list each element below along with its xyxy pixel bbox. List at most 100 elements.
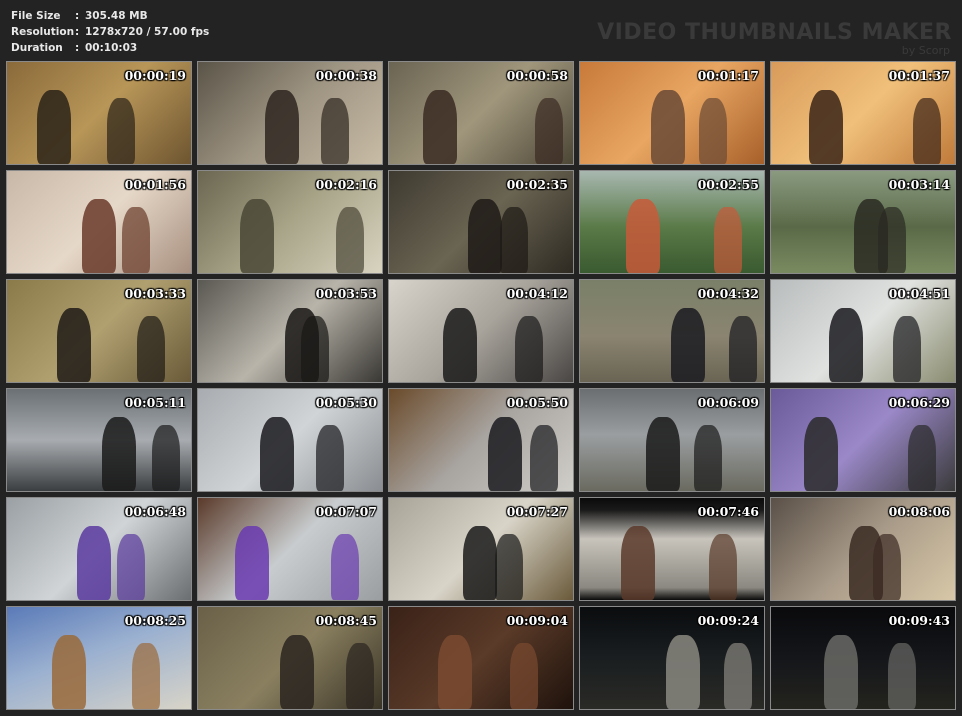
scene-figure xyxy=(301,316,329,382)
video-thumbnail[interactable]: 00:00:58 xyxy=(388,61,574,165)
scene-figure xyxy=(530,425,558,491)
file-info-panel: File Size : 305.48 MB Resolution : 1278x… xyxy=(11,8,209,56)
scene-figure xyxy=(724,643,752,709)
thumbnail-timestamp: 00:00:19 xyxy=(124,68,186,83)
scene-figure xyxy=(671,308,705,382)
info-label: File Size xyxy=(11,10,61,22)
video-thumbnail[interactable]: 00:09:04 xyxy=(388,606,574,710)
video-thumbnail[interactable]: 00:01:17 xyxy=(579,61,765,165)
video-thumbnail[interactable]: 00:06:09 xyxy=(579,388,765,492)
video-thumbnail[interactable]: 00:03:14 xyxy=(770,170,956,274)
video-thumbnail[interactable]: 00:01:37 xyxy=(770,61,956,165)
video-thumbnail[interactable]: 00:06:29 xyxy=(770,388,956,492)
scene-figure xyxy=(824,635,858,709)
thumbnail-timestamp: 00:03:53 xyxy=(315,286,377,301)
watermark-title: VIDEO THUMBNAILS MAKER xyxy=(597,20,952,45)
thumbnail-timestamp: 00:06:09 xyxy=(697,395,759,410)
resolution-row: Resolution : 1278x720 / 57.00 fps xyxy=(11,26,210,38)
video-thumbnail[interactable]: 00:04:51 xyxy=(770,279,956,383)
thumbnail-timestamp: 00:03:33 xyxy=(124,286,186,301)
thumbnail-timestamp: 00:05:50 xyxy=(506,395,568,410)
duration-row: Duration : 00:10:03 xyxy=(11,42,138,54)
scene-figure xyxy=(280,635,314,709)
scene-figure xyxy=(122,207,150,273)
scene-figure xyxy=(709,534,737,600)
scene-figure xyxy=(621,526,655,600)
video-thumbnail[interactable]: 00:06:48 xyxy=(6,497,192,601)
info-value: 305.48 MB xyxy=(85,10,148,22)
scene-figure xyxy=(694,425,722,491)
scene-figure xyxy=(260,417,294,491)
thumbnail-timestamp: 00:08:25 xyxy=(124,613,186,628)
video-thumbnail[interactable]: 00:03:33 xyxy=(6,279,192,383)
scene-figure xyxy=(878,207,906,273)
scene-figure xyxy=(82,199,116,273)
video-thumbnail[interactable]: 00:09:43 xyxy=(770,606,956,710)
scene-figure xyxy=(468,199,502,273)
thumbnail-timestamp: 00:02:16 xyxy=(315,177,377,192)
scene-figure xyxy=(331,534,359,600)
scene-figure xyxy=(873,534,901,600)
video-thumbnail[interactable]: 00:04:32 xyxy=(579,279,765,383)
video-thumbnail[interactable]: 00:09:24 xyxy=(579,606,765,710)
thumbnail-timestamp: 00:09:24 xyxy=(697,613,759,628)
video-thumbnail[interactable]: 00:01:56 xyxy=(6,170,192,274)
scene-figure xyxy=(510,643,538,709)
video-thumbnail[interactable]: 00:00:38 xyxy=(197,61,383,165)
scene-figure xyxy=(488,417,522,491)
scene-figure xyxy=(132,643,160,709)
scene-figure xyxy=(137,316,165,382)
thumbnail-timestamp: 00:00:38 xyxy=(315,68,377,83)
video-thumbnail[interactable]: 00:08:25 xyxy=(6,606,192,710)
scene-figure xyxy=(443,308,477,382)
video-thumbnail[interactable]: 00:05:11 xyxy=(6,388,192,492)
scene-figure xyxy=(908,425,936,491)
scene-figure xyxy=(37,90,71,164)
video-thumbnail[interactable]: 00:07:46 xyxy=(579,497,765,601)
video-thumbnail[interactable]: 00:07:27 xyxy=(388,497,574,601)
thumbnail-timestamp: 00:02:35 xyxy=(506,177,568,192)
scene-figure xyxy=(117,534,145,600)
thumbnail-timestamp: 00:04:12 xyxy=(506,286,568,301)
thumbnail-timestamp: 00:06:29 xyxy=(888,395,950,410)
info-value: 00:10:03 xyxy=(85,42,138,54)
scene-figure xyxy=(152,425,180,491)
thumbnail-timestamp: 00:06:48 xyxy=(124,504,186,519)
video-thumbnail[interactable]: 00:08:06 xyxy=(770,497,956,601)
video-thumbnail[interactable]: 00:02:16 xyxy=(197,170,383,274)
video-thumbnail[interactable]: 00:03:53 xyxy=(197,279,383,383)
scene-figure xyxy=(699,98,727,164)
thumbnail-timestamp: 00:07:07 xyxy=(315,504,377,519)
video-thumbnail[interactable]: 00:02:55 xyxy=(579,170,765,274)
video-thumbnail[interactable]: 00:08:45 xyxy=(197,606,383,710)
video-thumbnail[interactable]: 00:00:19 xyxy=(6,61,192,165)
thumbnail-timestamp: 00:07:27 xyxy=(506,504,568,519)
info-label: Duration xyxy=(11,42,63,54)
scene-figure xyxy=(235,526,269,600)
thumbnail-timestamp: 00:01:17 xyxy=(697,68,759,83)
scene-figure xyxy=(265,90,299,164)
scene-figure xyxy=(423,90,457,164)
scene-figure xyxy=(321,98,349,164)
info-value: 1278x720 / 57.00 fps xyxy=(85,26,210,38)
scene-figure xyxy=(666,635,700,709)
thumbnail-timestamp: 00:09:04 xyxy=(506,613,568,628)
scene-figure xyxy=(535,98,563,164)
video-thumbnail[interactable]: 00:04:12 xyxy=(388,279,574,383)
video-thumbnail[interactable]: 00:05:30 xyxy=(197,388,383,492)
scene-figure xyxy=(729,316,757,382)
thumbnail-timestamp: 00:08:06 xyxy=(888,504,950,519)
video-thumbnail[interactable]: 00:02:35 xyxy=(388,170,574,274)
thumbnail-timestamp: 00:00:58 xyxy=(506,68,568,83)
video-thumbnail[interactable]: 00:07:07 xyxy=(197,497,383,601)
scene-figure xyxy=(515,316,543,382)
scene-figure xyxy=(316,425,344,491)
watermark-logo: VIDEO THUMBNAILS MAKER by Scorp xyxy=(597,21,952,57)
scene-figure xyxy=(714,207,742,273)
scene-figure xyxy=(500,207,528,273)
thumbnail-timestamp: 00:01:56 xyxy=(124,177,186,192)
scene-figure xyxy=(809,90,843,164)
info-label: Resolution xyxy=(11,26,75,38)
scene-figure xyxy=(495,534,523,600)
video-thumbnail[interactable]: 00:05:50 xyxy=(388,388,574,492)
